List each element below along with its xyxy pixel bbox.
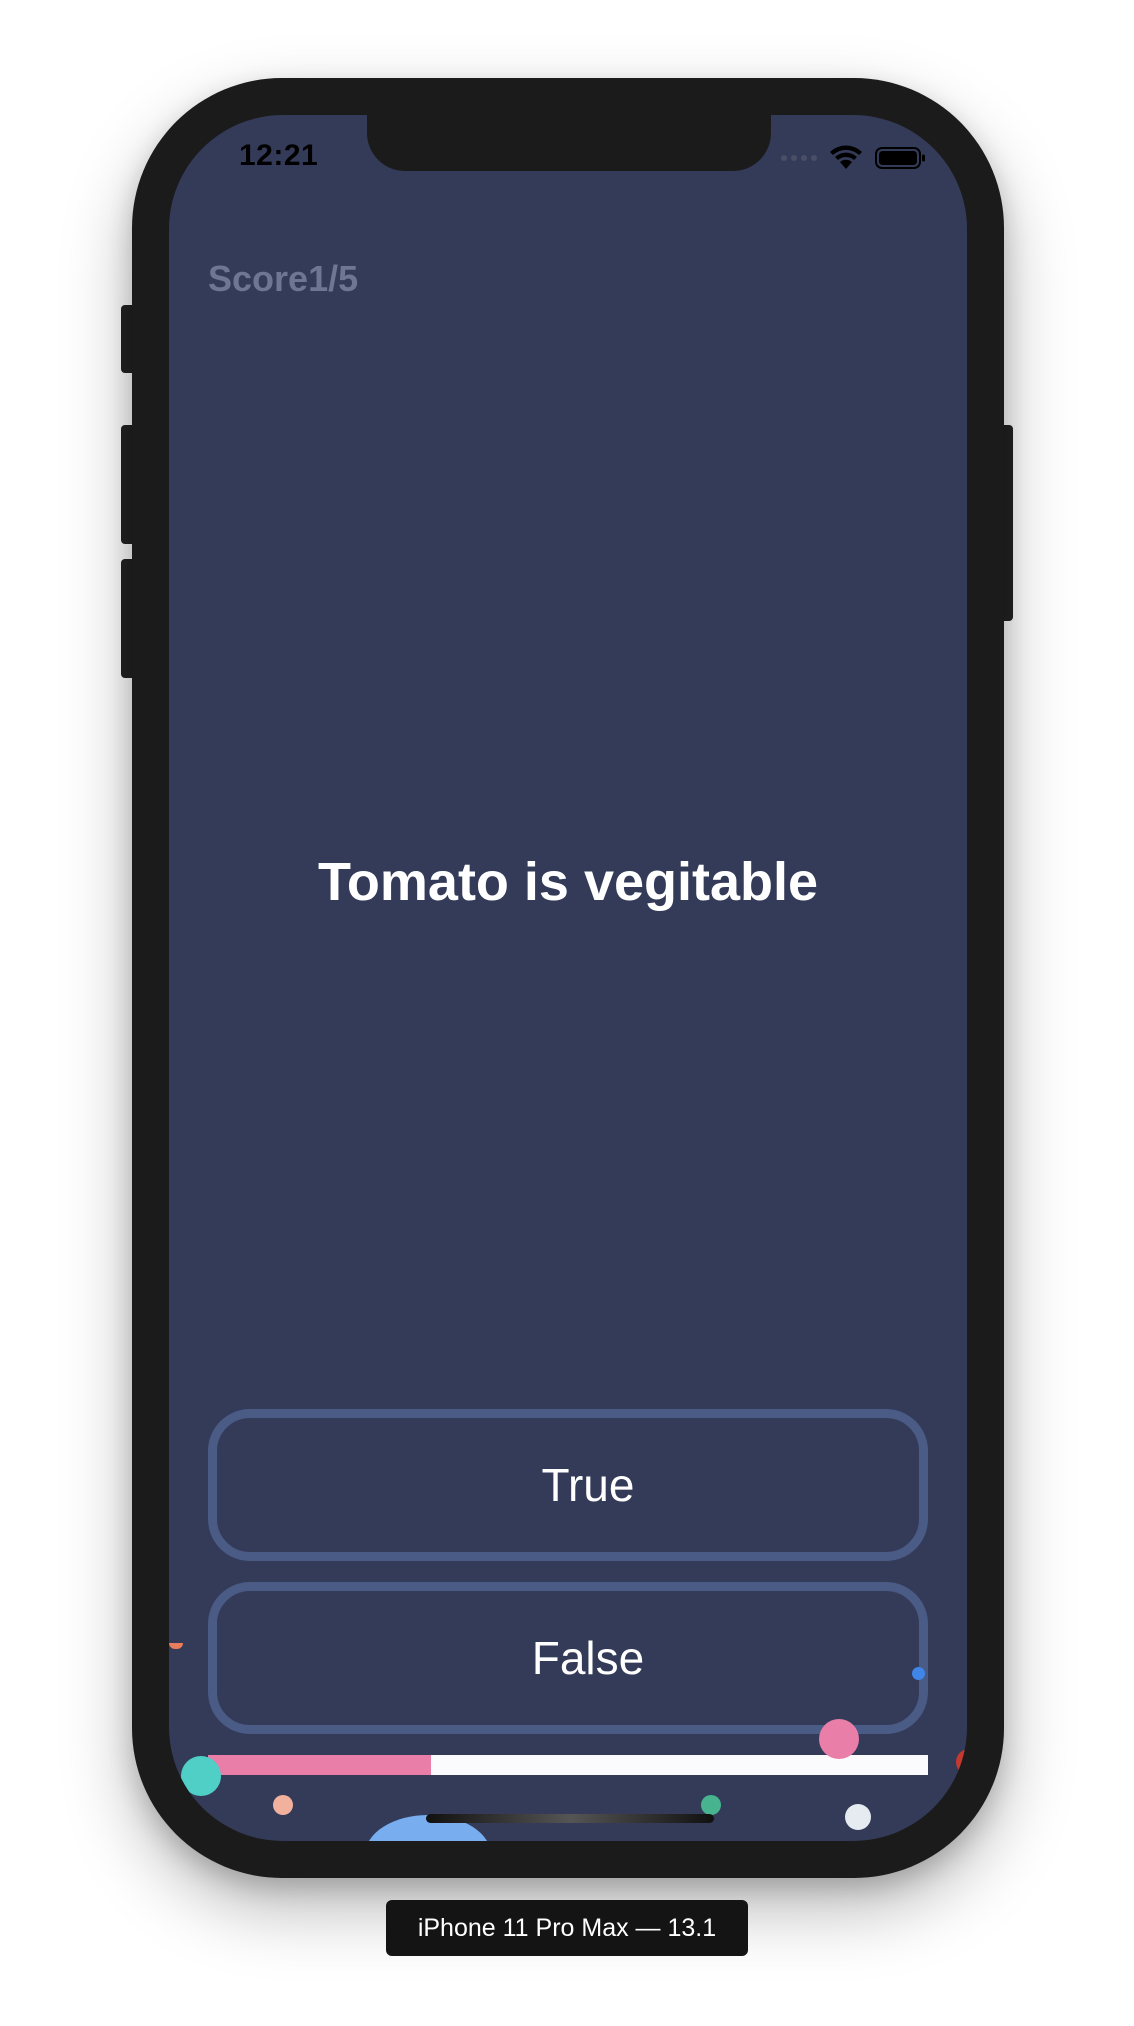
true-button-label: True	[541, 1459, 635, 1511]
simulator-window: 12:21 Score1/5 Tomato is vegitable True …	[0, 0, 1134, 2026]
false-button[interactable]: False	[208, 1582, 928, 1734]
confetti-dot	[701, 1795, 721, 1815]
question-text: Tomato is vegitable	[317, 852, 819, 912]
device-label: iPhone 11 Pro Max — 13.1	[386, 1900, 748, 1956]
confetti-dot	[956, 1749, 967, 1775]
confetti-dot	[845, 1804, 871, 1830]
confetti-dot	[181, 1756, 221, 1796]
status-icons	[781, 145, 927, 171]
confetti-dot	[819, 1719, 859, 1759]
confetti-dot	[169, 1643, 183, 1649]
status-time: 12:21	[239, 139, 319, 172]
signal-dots-icon	[781, 155, 817, 161]
home-indicator[interactable]	[426, 1814, 714, 1823]
wifi-icon	[830, 145, 862, 169]
score-label: Score	[208, 258, 309, 299]
confetti-dot	[912, 1667, 925, 1680]
score-display: Score1/5	[208, 258, 358, 300]
iphone-frame: 12:21 Score1/5 Tomato is vegitable True …	[132, 78, 1004, 1878]
false-button-label: False	[531, 1632, 645, 1684]
true-button[interactable]: True	[208, 1409, 928, 1561]
confetti-dot	[273, 1795, 293, 1815]
score-value: 1/5	[308, 258, 359, 299]
progress-fill	[208, 1755, 432, 1775]
app-screen: 12:21 Score1/5 Tomato is vegitable True …	[169, 115, 967, 1841]
progress-bar	[208, 1755, 928, 1775]
notch	[367, 115, 771, 171]
battery-icon	[875, 147, 925, 169]
